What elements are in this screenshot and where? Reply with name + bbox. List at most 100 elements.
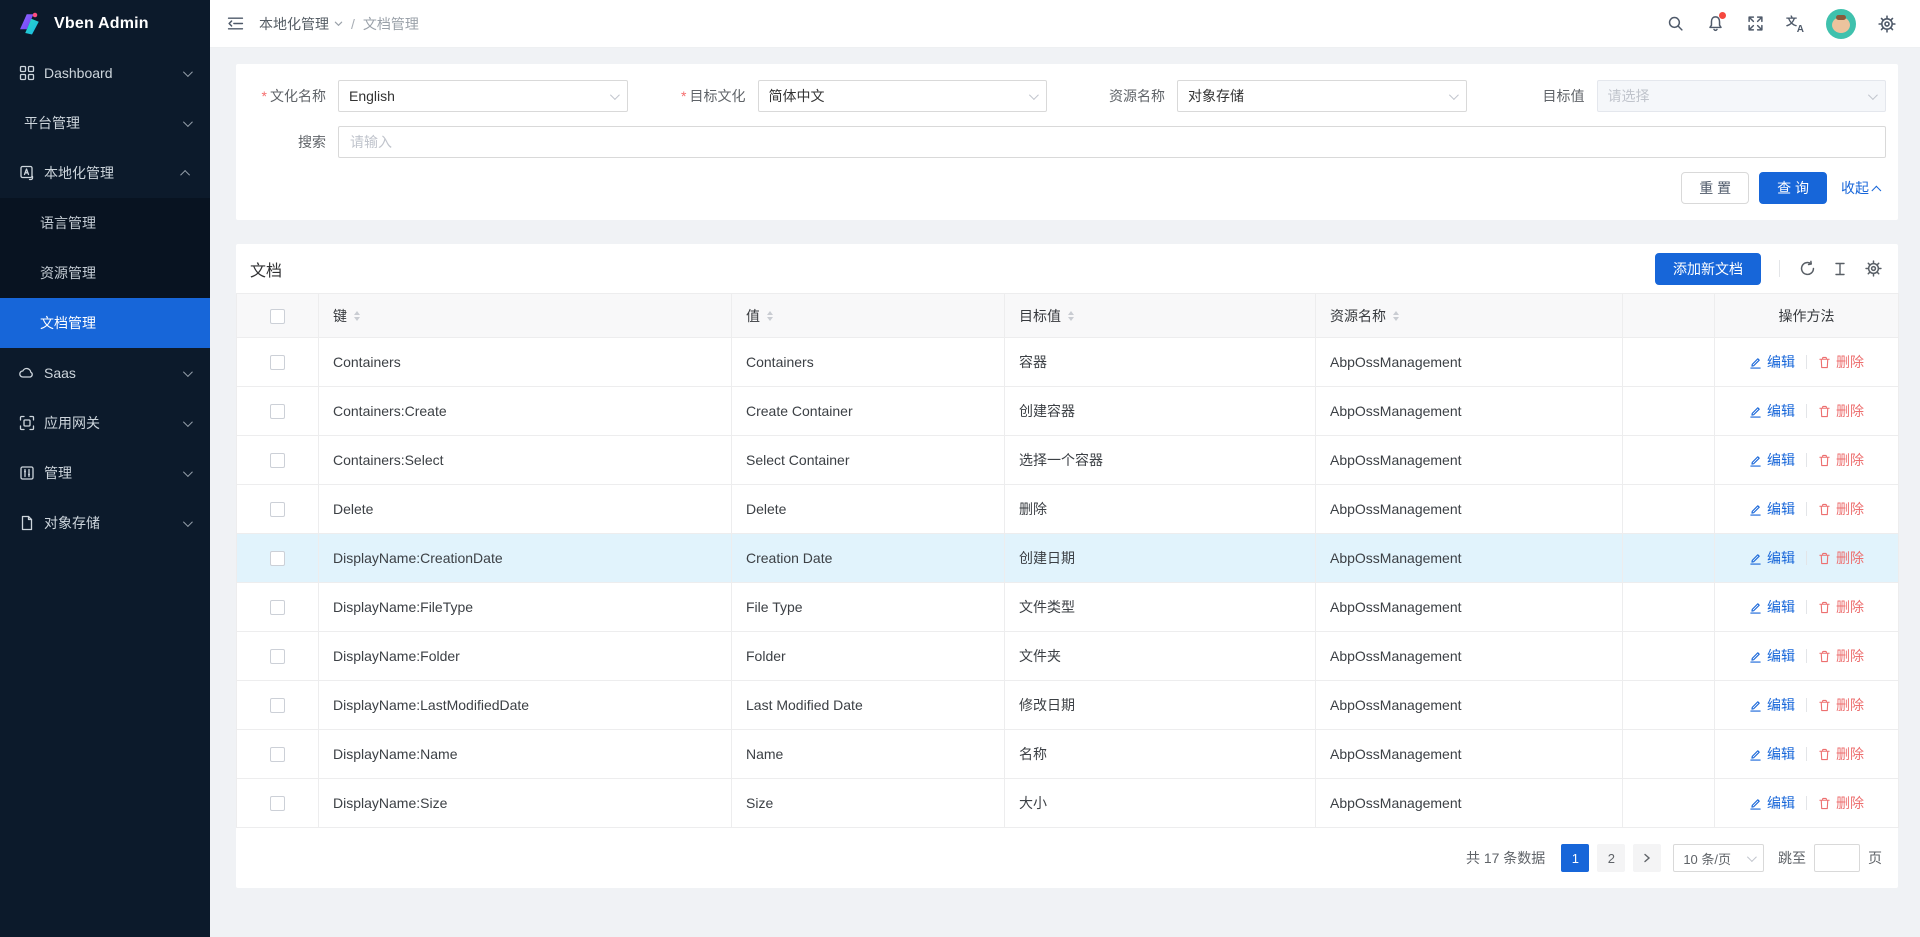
row-checkbox[interactable]: [270, 453, 285, 468]
edit-button[interactable]: 编辑: [1749, 499, 1795, 519]
page-size-select[interactable]: 10 条/页: [1673, 844, 1764, 872]
select-all-checkbox[interactable]: [270, 309, 285, 324]
cell-value: Size: [732, 779, 1005, 828]
row-checkbox[interactable]: [270, 747, 285, 762]
column-header-key[interactable]: 键: [319, 294, 732, 338]
sidebar-item-admin[interactable]: 管理: [0, 448, 210, 498]
sidebar-item-label: 本地化管理: [44, 163, 183, 183]
breadcrumb-parent[interactable]: 本地化管理: [259, 14, 343, 34]
bell-icon[interactable]: [1706, 15, 1724, 33]
row-checkbox[interactable]: [270, 502, 285, 517]
row-checkbox[interactable]: [270, 698, 285, 713]
column-header-resource[interactable]: 资源名称: [1316, 294, 1623, 338]
cell-actions: 编辑 删除: [1715, 485, 1899, 534]
cell-value: Create Container: [732, 387, 1005, 436]
delete-button[interactable]: 删除: [1818, 499, 1864, 519]
delete-button[interactable]: 删除: [1818, 597, 1864, 617]
settings-icon[interactable]: [1878, 15, 1896, 33]
translate-icon[interactable]: 文A: [1786, 15, 1804, 33]
sidebar-item-dashboard[interactable]: Dashboard: [0, 48, 210, 98]
table-row[interactable]: Containers Containers 容器 AbpOssManagemen…: [237, 338, 1899, 387]
edit-button[interactable]: 编辑: [1749, 597, 1795, 617]
row-height-icon[interactable]: [1831, 260, 1849, 278]
delete-button[interactable]: 删除: [1818, 548, 1864, 568]
edit-button[interactable]: 编辑: [1749, 548, 1795, 568]
culture-select[interactable]: English: [338, 80, 628, 112]
breadcrumb-separator: /: [351, 16, 355, 32]
query-button[interactable]: 查 询: [1759, 172, 1827, 204]
chevron-down-icon: [183, 67, 193, 77]
page-button-2[interactable]: 2: [1597, 844, 1625, 872]
next-page-button[interactable]: [1633, 844, 1661, 872]
delete-button[interactable]: 删除: [1818, 695, 1864, 715]
sidebar-item-label: 语言管理: [40, 213, 96, 233]
table-row[interactable]: DisplayName:CreationDate Creation Date 创…: [237, 534, 1899, 583]
target-culture-select[interactable]: 简体中文: [758, 80, 1048, 112]
sidebar-item-oss[interactable]: 对象存储: [0, 498, 210, 548]
cell-key: DisplayName:Size: [319, 779, 732, 828]
sidebar-item-label: Dashboard: [44, 65, 183, 81]
edit-button[interactable]: 编辑: [1749, 352, 1795, 372]
delete-button[interactable]: 删除: [1818, 352, 1864, 372]
row-checkbox[interactable]: [270, 355, 285, 370]
action-divider: [1806, 404, 1807, 418]
resource-select[interactable]: 对象存储: [1177, 80, 1467, 112]
delete-button[interactable]: 删除: [1818, 450, 1864, 470]
sidebar-item-localization[interactable]: 本地化管理: [0, 148, 210, 198]
app-logo[interactable]: Vben Admin: [0, 0, 210, 48]
table-row[interactable]: Delete Delete 删除 AbpOssManagement 编辑 删除: [237, 485, 1899, 534]
table-row[interactable]: DisplayName:FileType File Type 文件类型 AbpO…: [237, 583, 1899, 632]
delete-button[interactable]: 删除: [1818, 793, 1864, 813]
table-row[interactable]: Containers:Create Create Container 创建容器 …: [237, 387, 1899, 436]
jump-page-input[interactable]: [1814, 844, 1860, 872]
add-document-button[interactable]: 添加新文档: [1655, 253, 1761, 285]
row-checkbox[interactable]: [270, 649, 285, 664]
edit-button[interactable]: 编辑: [1749, 744, 1795, 764]
table-row[interactable]: Containers:Select Select Container 选择一个容…: [237, 436, 1899, 485]
fullscreen-icon[interactable]: [1746, 15, 1764, 33]
cell-resource: AbpOssManagement: [1316, 779, 1623, 828]
table-row[interactable]: DisplayName:Size Size 大小 AbpOssManagemen…: [237, 779, 1899, 828]
edit-button[interactable]: 编辑: [1749, 450, 1795, 470]
sidebar-subitem-doc-mgmt[interactable]: 文档管理: [0, 298, 210, 348]
sidebar-subitem-resource-mgmt[interactable]: 资源管理: [0, 248, 210, 298]
reset-button[interactable]: 重 置: [1681, 172, 1749, 204]
sidebar-subitem-language-mgmt[interactable]: 语言管理: [0, 198, 210, 248]
page-button-1[interactable]: 1: [1561, 844, 1589, 872]
sidebar-item-gateway[interactable]: 应用网关: [0, 398, 210, 448]
row-checkbox[interactable]: [270, 600, 285, 615]
edit-button[interactable]: 编辑: [1749, 646, 1795, 666]
table-row[interactable]: DisplayName:LastModifiedDate Last Modifi…: [237, 681, 1899, 730]
cell-empty: [1623, 632, 1715, 681]
table-card: 文档 添加新文档: [236, 244, 1898, 888]
cell-actions: 编辑 删除: [1715, 583, 1899, 632]
table-row[interactable]: DisplayName:Name Name 名称 AbpOssManagemen…: [237, 730, 1899, 779]
edit-button[interactable]: 编辑: [1749, 401, 1795, 421]
delete-button[interactable]: 删除: [1818, 744, 1864, 764]
delete-button[interactable]: 删除: [1818, 401, 1864, 421]
sidebar-item-platform[interactable]: 平台管理: [0, 98, 210, 148]
action-divider: [1806, 796, 1807, 810]
edit-button[interactable]: 编辑: [1749, 793, 1795, 813]
row-checkbox[interactable]: [270, 796, 285, 811]
collapse-toggle[interactable]: 收起: [1841, 178, 1882, 198]
breadcrumb: 本地化管理 / 文档管理: [259, 14, 419, 34]
sidebar-item-label: 平台管理: [24, 113, 183, 133]
column-settings-icon[interactable]: [1864, 260, 1882, 278]
row-checkbox[interactable]: [270, 404, 285, 419]
edit-button[interactable]: 编辑: [1749, 695, 1795, 715]
column-header-target[interactable]: 目标值: [1005, 294, 1316, 338]
menu-collapse-icon[interactable]: [226, 15, 244, 33]
refresh-icon[interactable]: [1798, 260, 1816, 278]
cell-empty: [1623, 779, 1715, 828]
search-input[interactable]: [338, 126, 1886, 158]
column-header-value[interactable]: 值: [732, 294, 1005, 338]
search-field: 搜索: [238, 126, 1886, 158]
row-checkbox[interactable]: [270, 551, 285, 566]
sidebar-item-saas[interactable]: Saas: [0, 348, 210, 398]
user-avatar[interactable]: [1826, 9, 1856, 39]
delete-button[interactable]: 删除: [1818, 646, 1864, 666]
target-value-select: 请选择: [1597, 80, 1887, 112]
table-row[interactable]: DisplayName:Folder Folder 文件夹 AbpOssMana…: [237, 632, 1899, 681]
search-icon[interactable]: [1666, 15, 1684, 33]
